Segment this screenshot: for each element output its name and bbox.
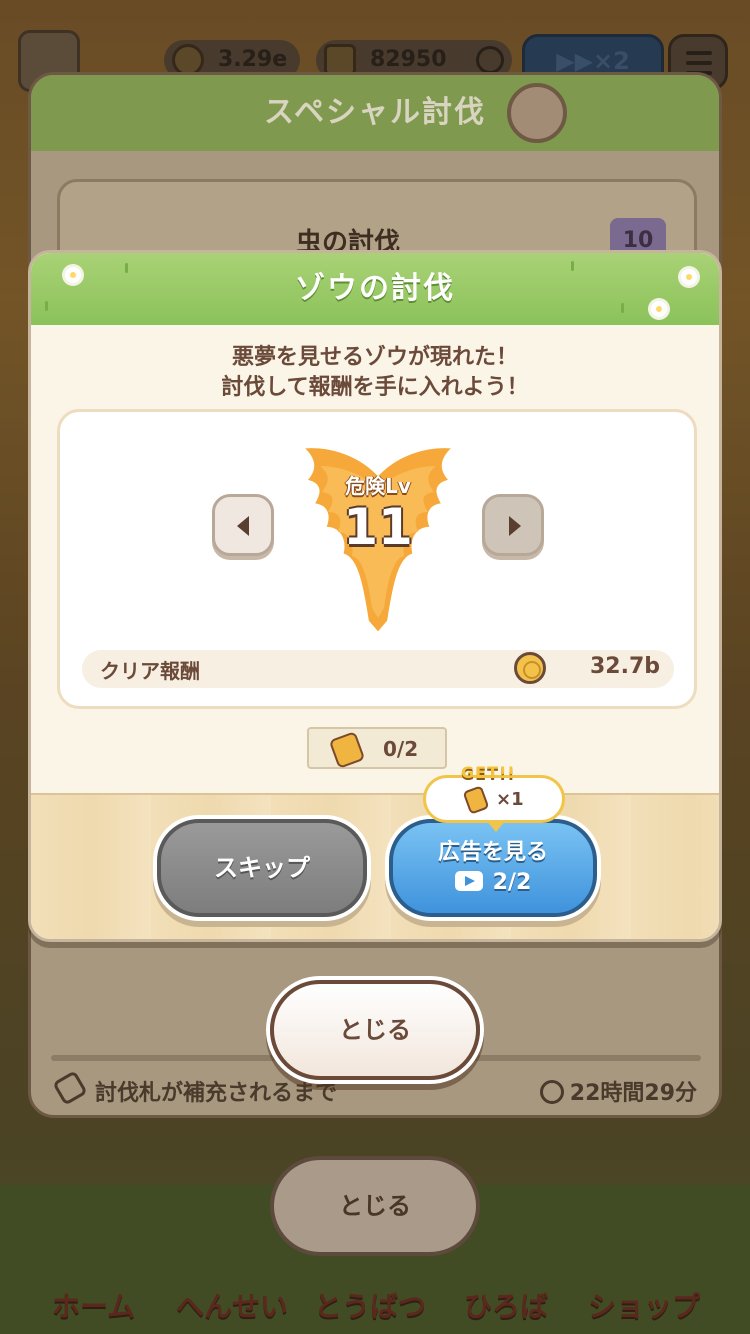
danger-level-value: 11 <box>343 498 413 556</box>
arrow-left-icon <box>237 516 249 536</box>
wooden-floor <box>31 793 719 939</box>
ticket-count: 0/2 <box>383 737 419 761</box>
coin-icon <box>514 652 546 684</box>
description-line-2: 討伐して報酬を手に入れよう！ <box>221 375 529 400</box>
close-button[interactable]: とじる <box>270 980 480 1080</box>
bonus-bubble: ×1 <box>423 775 565 832</box>
watch-ad-button[interactable]: 広告を見る 2/2 <box>389 819 597 917</box>
bonus-get-label: GET!! <box>461 763 516 782</box>
dialog-description: 悪夢を見せるゾウが現れた！ 討伐して報酬を手に入れよう！ <box>31 343 719 403</box>
bonus-amount: ×1 <box>496 789 524 810</box>
elephant-subjugation-dialog: ゾウの討伐 悪夢を見せるゾウが現れた！ 討伐して報酬を手に入れよう！ 危険Lv … <box>28 250 722 942</box>
ticket-icon <box>328 731 366 769</box>
level-selector-card: 危険Lv 11 クリア報酬 32.7b <box>57 409 697 709</box>
clock-icon <box>539 1080 564 1104</box>
video-icon <box>454 871 483 891</box>
flower-decoration <box>651 301 667 317</box>
special-panel-close-button[interactable]: とじる <box>270 1156 480 1256</box>
refill-label: 討伐札が補充されるまで <box>95 1081 338 1106</box>
watch-ad-count-row: 2/2 <box>393 867 593 899</box>
dialog-header: ゾウの討伐 <box>31 253 719 325</box>
special-panel-title: スペシャル討伐 <box>31 75 719 151</box>
ticket-counter: 0/2 <box>307 727 447 769</box>
refill-time: 22時間29分 <box>539 1075 697 1107</box>
refill-time-value: 22時間29分 <box>569 1081 697 1106</box>
level-next-button[interactable] <box>482 494 544 556</box>
flower-decoration <box>65 267 81 283</box>
level-prev-button[interactable] <box>212 494 274 556</box>
clear-reward-value: 32.7b <box>589 654 660 679</box>
watch-ad-count: 2/2 <box>492 870 532 895</box>
dialog-title: ゾウの討伐 <box>295 271 455 306</box>
danger-level-badge: 危険Lv 11 <box>288 432 468 642</box>
clear-reward-row: クリア報酬 32.7b <box>82 650 674 688</box>
arrow-right-icon <box>509 516 521 536</box>
flower-decoration <box>681 269 697 285</box>
clear-reward-label: クリア報酬 <box>100 659 200 683</box>
ticket-icon <box>52 1070 88 1106</box>
skip-button[interactable]: スキップ <box>157 819 367 917</box>
ticket-icon <box>462 785 490 815</box>
description-line-1: 悪夢を見せるゾウが現れた！ <box>231 345 518 370</box>
bulb-icon[interactable] <box>507 83 567 143</box>
watch-ad-label: 広告を見る <box>437 840 548 865</box>
danger-level-label: 危険Lv <box>345 474 411 498</box>
